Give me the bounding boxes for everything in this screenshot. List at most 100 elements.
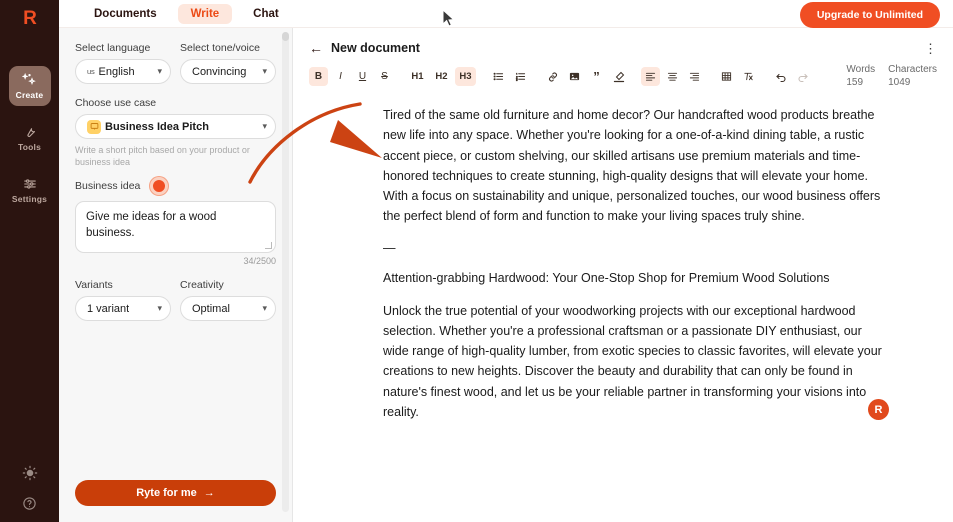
- language-tone-row: Select language us English ▾ Select tone…: [75, 42, 276, 84]
- write-settings-panel: Select language us English ▾ Select tone…: [59, 28, 293, 522]
- main-area: Documents Write Chat Upgrade to Unlimite…: [59, 0, 953, 522]
- top-tab-bar: Documents Write Chat Upgrade to Unlimite…: [59, 0, 953, 28]
- redo-button[interactable]: [793, 67, 812, 86]
- sidebar-item-label: Settings: [11, 193, 48, 204]
- assistant-badge[interactable]: R: [868, 399, 889, 420]
- align-right-button[interactable]: [685, 67, 704, 86]
- content-row: Select language us English ▾ Select tone…: [59, 28, 953, 522]
- rail-bottom-actions: [0, 465, 59, 516]
- ryte-for-me-label: Ryte for me: [136, 487, 197, 499]
- business-idea-label: Business idea: [75, 180, 141, 193]
- table-button[interactable]: [717, 67, 736, 86]
- tab-documents[interactable]: Documents: [81, 4, 170, 24]
- document-content[interactable]: Tired of the same old furniture and home…: [293, 99, 953, 522]
- sparkles-icon: [21, 72, 37, 87]
- editor-toolbar: B I U S H1 H2 H3 ” Words 159 Characters …: [293, 58, 953, 99]
- creativity-value: Optimal: [192, 302, 230, 315]
- document-editor: ← New document ⋮ B I U S H1 H2 H3 ” Word…: [293, 28, 953, 522]
- ryte-for-me-button[interactable]: Ryte for me →: [75, 480, 276, 506]
- document-heading: Attention-grabbing Hardwood: Your One-St…: [383, 270, 830, 285]
- align-center-button[interactable]: [663, 67, 682, 86]
- kebab-menu-icon[interactable]: ⋮: [924, 42, 937, 55]
- app-root: R Create Tools Settings Documents Write …: [0, 0, 953, 522]
- wrench-icon: [23, 125, 37, 139]
- presentation-icon: [87, 119, 101, 134]
- use-case-field: Choose use case Business Idea Pitch ▾ Wr…: [75, 97, 276, 168]
- align-left-button[interactable]: [641, 67, 660, 86]
- words-label: Words: [846, 64, 876, 75]
- heading-3-button[interactable]: H3: [455, 67, 476, 86]
- use-case-value: Business Idea Pitch: [105, 120, 209, 133]
- highlighter-button[interactable]: [609, 67, 628, 86]
- image-button[interactable]: [565, 67, 584, 86]
- bold-button[interactable]: B: [309, 67, 328, 86]
- variants-label: Variants: [75, 279, 113, 292]
- tone-label: Select tone/voice: [180, 42, 260, 54]
- quote-button[interactable]: ”: [587, 67, 606, 86]
- character-count: Characters 1049: [888, 64, 937, 89]
- variants-select[interactable]: 1 variant ▾: [75, 296, 171, 322]
- tone-value: Convincing: [192, 65, 247, 78]
- word-count: Words 159: [846, 64, 875, 89]
- italic-button[interactable]: I: [331, 67, 350, 86]
- heading-2-button[interactable]: H2: [431, 67, 452, 86]
- use-case-label: Choose use case: [75, 97, 157, 109]
- language-field: Select language us English ▾: [75, 42, 171, 84]
- rail-nav-list: Create Tools Settings: [0, 66, 59, 222]
- app-logo[interactable]: R: [15, 6, 45, 32]
- use-case-select[interactable]: Business Idea Pitch ▾: [75, 114, 276, 139]
- left-nav-rail: R Create Tools Settings: [0, 0, 59, 522]
- language-select[interactable]: us English ▾: [75, 59, 171, 84]
- panel-scrollbar[interactable]: [282, 32, 289, 512]
- sidebar-item-label: Create: [15, 90, 44, 100]
- business-idea-input[interactable]: Give me ideas for a wood business.: [75, 201, 276, 254]
- strikethrough-button[interactable]: S: [375, 67, 394, 86]
- sidebar-item-create[interactable]: Create: [8, 66, 51, 106]
- upgrade-to-unlimited-button[interactable]: Upgrade to Unlimited: [799, 2, 940, 28]
- numbered-list-button[interactable]: [511, 67, 530, 86]
- clear-format-button[interactable]: [739, 67, 758, 86]
- words-value: 159: [846, 76, 864, 88]
- panel-fields: Select language us English ▾ Select tone…: [59, 28, 292, 322]
- sidebar-item-settings[interactable]: Settings: [9, 170, 51, 210]
- chevron-down-icon: ▾: [157, 66, 162, 76]
- document-title[interactable]: New document: [331, 41, 420, 55]
- tone-select[interactable]: Convincing ▾: [180, 59, 276, 84]
- business-idea-header: Business idea: [75, 177, 276, 196]
- tone-field: Select tone/voice Convincing ▾: [180, 42, 276, 84]
- heading-1-button[interactable]: H1: [407, 67, 428, 86]
- document-header: ← New document ⋮: [293, 28, 953, 58]
- tab-write[interactable]: Write: [177, 3, 233, 24]
- chevron-down-icon: ▾: [157, 303, 162, 314]
- creativity-field: Creativity Optimal ▾: [180, 279, 276, 322]
- mouse-cursor-icon: [442, 9, 455, 27]
- variants-value: 1 variant: [87, 302, 130, 315]
- characters-label: Characters: [888, 64, 937, 75]
- sidebar-item-label: Tools: [17, 141, 42, 152]
- chevron-down-icon: ▾: [262, 66, 267, 76]
- business-idea-value: Give me ideas for a wood business.: [86, 211, 217, 239]
- document-paragraph: Tired of the same old furniture and home…: [383, 108, 881, 224]
- sun-icon[interactable]: [22, 465, 38, 486]
- underline-button[interactable]: U: [353, 67, 372, 86]
- help-icon[interactable]: [22, 496, 37, 516]
- sidebar-item-tools[interactable]: Tools: [9, 118, 51, 158]
- arrow-right-icon: →: [203, 487, 215, 499]
- back-arrow-icon[interactable]: ←: [309, 41, 323, 55]
- document-divider: —: [383, 240, 396, 255]
- creativity-select[interactable]: Optimal ▾: [180, 296, 276, 322]
- document-stats: Words 159 Characters 1049: [846, 64, 937, 89]
- bullet-list-button[interactable]: [489, 67, 508, 86]
- variants-field: Variants 1 variant ▾: [75, 279, 171, 322]
- record-voice-input-button[interactable]: [150, 177, 169, 196]
- document-paragraph: Unlock the true potential of your woodwo…: [383, 303, 882, 419]
- flag-icon: us: [87, 67, 95, 76]
- tab-chat[interactable]: Chat: [240, 4, 292, 24]
- sliders-icon: [23, 177, 37, 191]
- use-case-hint: Write a short pitch based on your produc…: [75, 145, 250, 168]
- link-button[interactable]: [543, 67, 562, 86]
- chevron-down-icon: ▾: [262, 303, 267, 314]
- undo-button[interactable]: [771, 67, 790, 86]
- variants-creativity-row: Variants 1 variant ▾ Creativity Optimal …: [75, 279, 276, 322]
- textarea-resize-handle[interactable]: [265, 242, 272, 250]
